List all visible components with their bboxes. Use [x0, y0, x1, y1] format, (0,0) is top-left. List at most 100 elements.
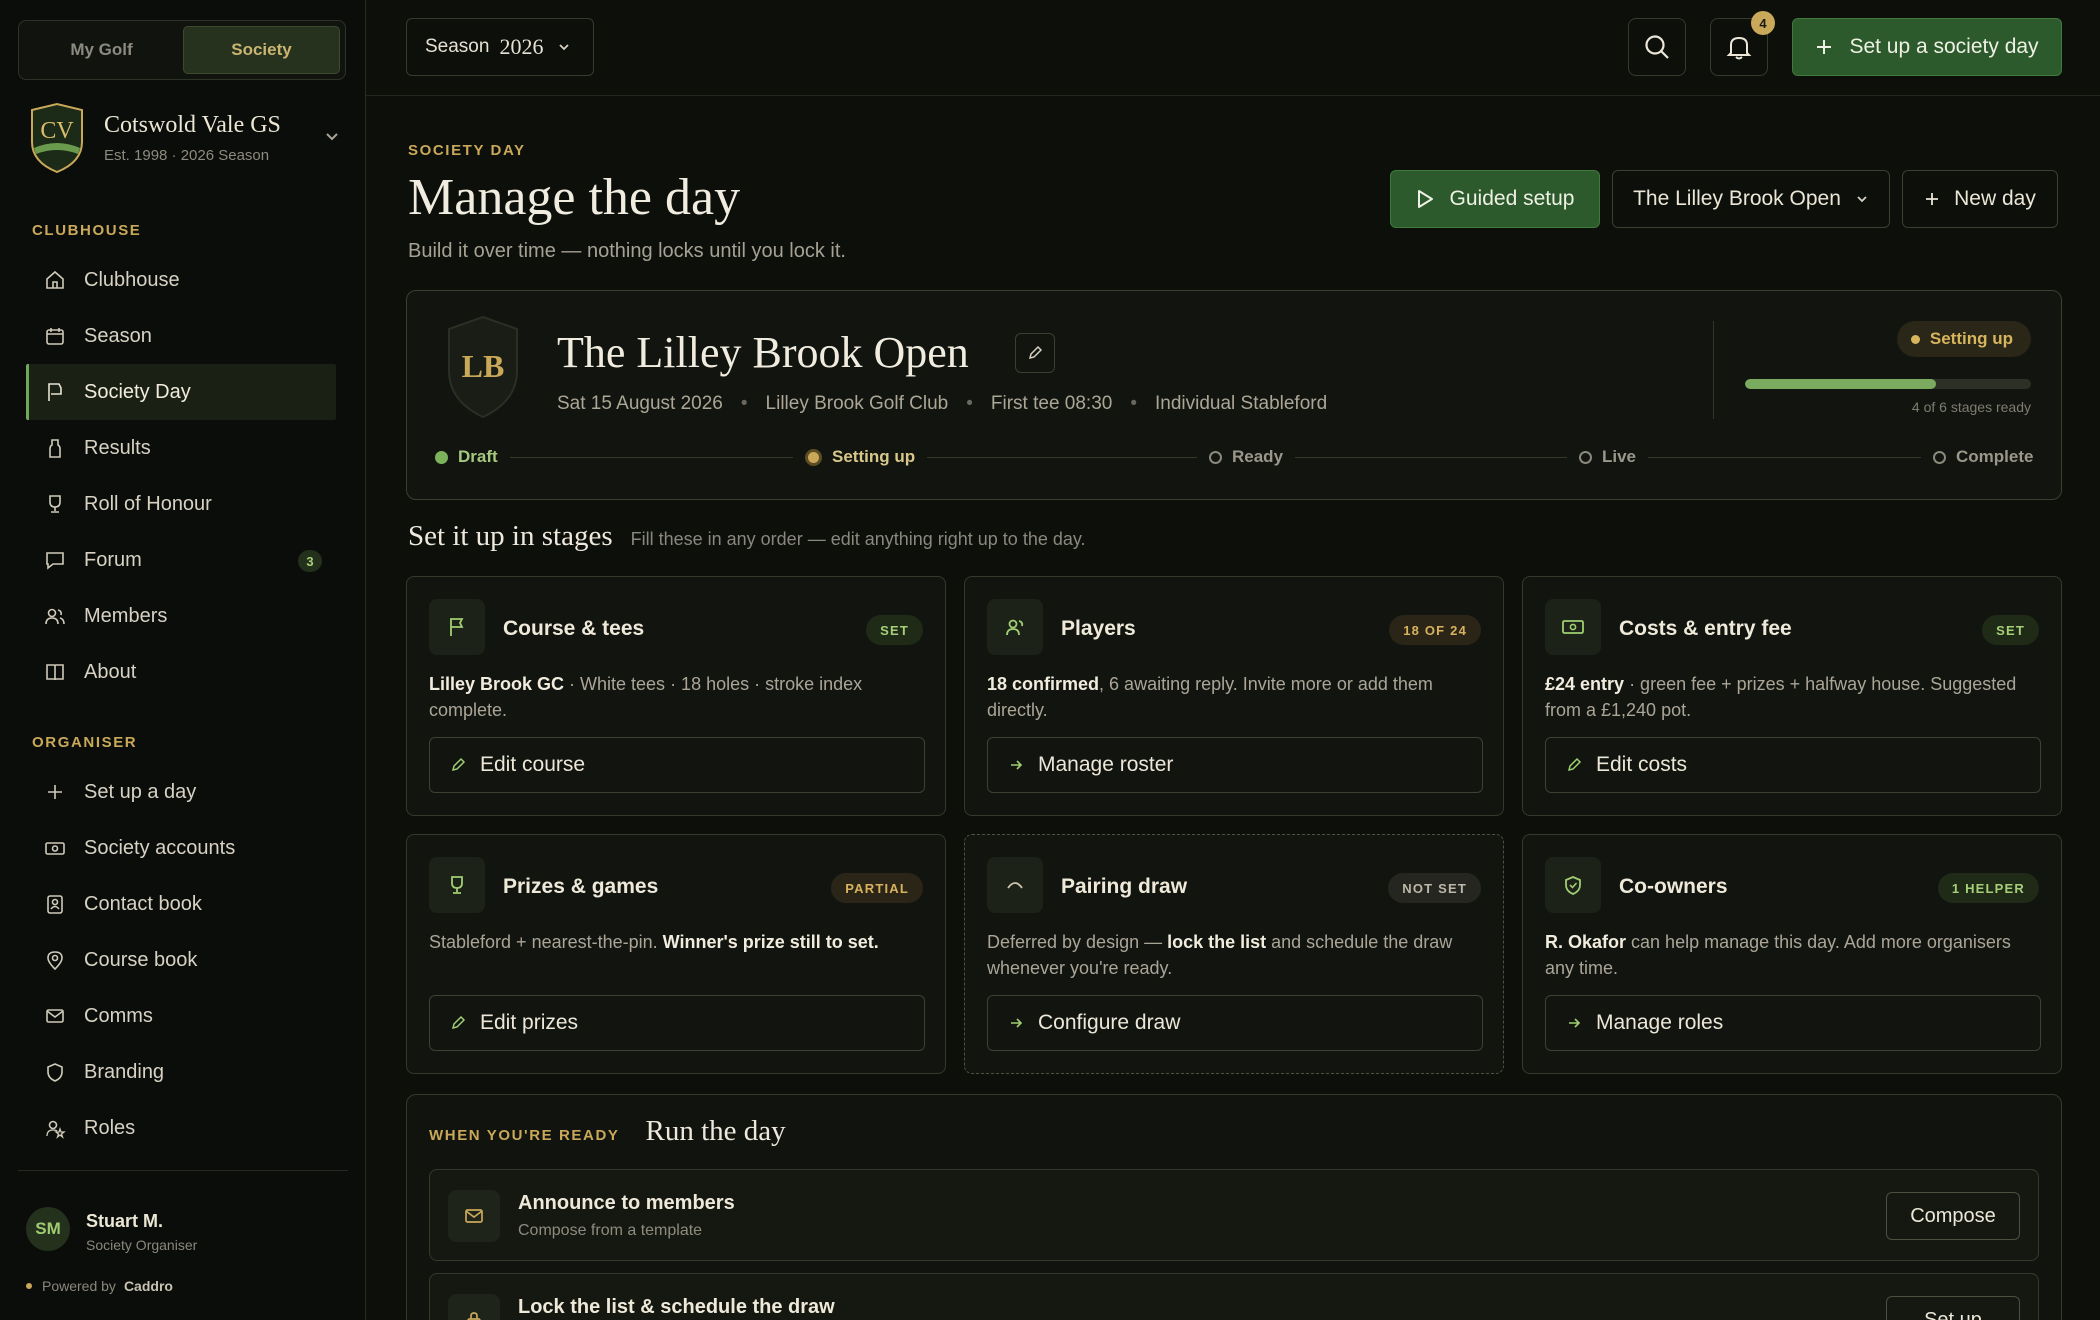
topbar: Season 2026 4 Set up a society day: [366, 0, 2100, 96]
card-body: Lilley Brook GC · White tees · 18 holes …: [429, 671, 923, 723]
configure-draw-button[interactable]: Configure draw: [987, 995, 1483, 1051]
status-badge: NOT SET: [1388, 873, 1481, 903]
card-icon-box: [429, 857, 485, 913]
mode-my-golf[interactable]: My Golf: [24, 26, 179, 74]
run-icon-box: [448, 1294, 500, 1320]
status-badge: PARTIAL: [831, 873, 923, 903]
event-crest-icon: LB: [448, 315, 518, 419]
step-draft: Draft: [423, 443, 510, 471]
sidebar-item-results[interactable]: Results: [26, 420, 336, 476]
sidebar-item-forum[interactable]: Forum 3: [26, 532, 336, 588]
set-up-draw-button[interactable]: Set up: [1886, 1296, 2020, 1320]
shield-check-icon: [1565, 876, 1581, 895]
edit-event-title-button[interactable]: [1015, 333, 1055, 373]
compose-button[interactable]: Compose: [1886, 1192, 2020, 1240]
sidebar-item-clubhouse[interactable]: Clubhouse: [26, 252, 336, 308]
season-select[interactable]: Season 2026: [406, 18, 594, 76]
stages-progress-label: 4 of 6 stages ready: [1911, 399, 2031, 415]
button-label: Configure draw: [1038, 1011, 1181, 1034]
stages-header: Set it up in stages Fill these in any or…: [408, 520, 1086, 553]
new-day-button[interactable]: New day: [1902, 170, 2058, 228]
sidebar-item-comms[interactable]: Comms: [26, 988, 336, 1044]
card-title: Pairing draw: [1061, 875, 1188, 898]
bell-icon: [1726, 36, 1752, 60]
nav-section-organiser: ORGANISER: [32, 734, 138, 751]
money-icon: [45, 842, 65, 855]
card-body: R. Okafor can help manage this day. Add …: [1545, 929, 2039, 981]
step-label: Draft: [458, 447, 498, 466]
notifications-button[interactable]: 4: [1710, 11, 1775, 76]
user-profile[interactable]: SM Stuart M. Society Organiser: [18, 1170, 348, 1270]
event-select[interactable]: The Lilley Brook Open: [1612, 170, 1890, 228]
sidebar-item-label: About: [84, 660, 137, 683]
card-icon-box: [1545, 857, 1601, 913]
sidebar-item-society-day[interactable]: Society Day: [26, 364, 336, 420]
powered-dot: [26, 1283, 32, 1289]
sidebar-item-branding[interactable]: Branding: [26, 1044, 336, 1100]
edit-costs-button[interactable]: Edit costs: [1545, 737, 2041, 793]
edit-prizes-button[interactable]: Edit prizes: [429, 995, 925, 1051]
event-summary-card: LB The Lilley Brook Open Sat 15 August 2…: [406, 290, 2062, 500]
button-label: Edit costs: [1596, 753, 1688, 776]
season-label: Season: [425, 36, 490, 57]
page-subtitle: Build it over time — nothing locks until…: [408, 240, 846, 262]
setup-society-day-button[interactable]: Set up a society day: [1792, 18, 2062, 76]
card-body-bold: Winner's prize still to set.: [662, 932, 879, 952]
card-title: Players: [1061, 617, 1136, 640]
lock-icon: [467, 1312, 481, 1320]
status-dot: [1910, 334, 1920, 344]
setup-society-day-label: Set up a society day: [1849, 35, 2039, 58]
forum-count-badge: 3: [298, 550, 322, 572]
button-label: Edit course: [480, 753, 586, 776]
meta-separator: •: [740, 393, 748, 414]
card-body: 18 confirmed, 6 awaiting reply. Invite m…: [987, 671, 1481, 723]
sidebar-item-season[interactable]: Season: [26, 308, 336, 364]
sidebar-item-label: Forum: [84, 548, 142, 571]
flag-icon: [48, 383, 62, 401]
event-date: Sat 15 August 2026: [557, 393, 723, 414]
run-row-announce: Announce to members Compose from a templ…: [429, 1169, 2039, 1261]
card-body-bold: Lilley Brook GC: [429, 674, 565, 694]
user-role: Society Organiser: [86, 1237, 198, 1253]
step-label: Live: [1602, 447, 1637, 466]
sidebar-item-contact-book[interactable]: Contact book: [26, 876, 336, 932]
arrow-right-icon: [1011, 760, 1023, 770]
society-subtitle: Est. 1998 · 2026 Season: [104, 147, 270, 164]
mail-icon: [465, 1209, 483, 1223]
chevron-down-icon: [326, 133, 338, 141]
card-icon-box: [987, 599, 1043, 655]
sidebar-item-society-accounts[interactable]: Society accounts: [26, 820, 336, 876]
card-body: Deferred by design — lock the list and s…: [987, 929, 1481, 981]
sidebar-item-roll-of-honour[interactable]: Roll of Honour: [26, 476, 336, 532]
step-marker: [435, 450, 448, 464]
card-body-text: Stableford + nearest-the-pin.: [429, 932, 663, 952]
manage-roles-button[interactable]: Manage roles: [1545, 995, 2041, 1051]
step-marker: [805, 448, 822, 466]
stage-card-prizes: Prizes & games PARTIAL Stableford + near…: [406, 834, 946, 1074]
trophy-icon: [49, 495, 61, 513]
sidebar-item-course-book[interactable]: Course book: [26, 932, 336, 988]
mode-society[interactable]: Society: [183, 26, 340, 74]
button-label: Manage roles: [1596, 1011, 1724, 1034]
society-switcher[interactable]: CV Cotswold Vale GS Est. 1998 · 2026 Sea…: [28, 102, 348, 174]
step-label: Setting up: [832, 447, 916, 466]
sidebar-item-members[interactable]: Members: [26, 588, 336, 644]
society-name: Cotswold Vale GS: [104, 112, 281, 138]
run-the-day-header: WHEN YOU'RE READY Run the day: [429, 1115, 786, 1148]
edit-course-button[interactable]: Edit course: [429, 737, 925, 793]
trophy-icon: [451, 876, 463, 894]
sidebar-item-about[interactable]: About: [26, 644, 336, 700]
meta-separator: •: [966, 393, 973, 414]
status-badge: SET: [866, 615, 923, 645]
sidebar-item-label: Clubhouse: [84, 268, 180, 291]
home-icon: [46, 270, 64, 289]
step-label: Ready: [1232, 447, 1284, 466]
card-body: Stableford + nearest-the-pin. Winner's p…: [429, 929, 923, 955]
search-button[interactable]: [1628, 18, 1686, 76]
sidebar-item-roles[interactable]: Roles: [26, 1100, 336, 1156]
guided-setup-button[interactable]: Guided setup: [1390, 170, 1600, 228]
sidebar-item-label: Results: [84, 436, 151, 459]
manage-roster-button[interactable]: Manage roster: [987, 737, 1483, 793]
sidebar-item-label: Comms: [84, 1004, 153, 1027]
sidebar-item-set-up-a-day[interactable]: Set up a day: [26, 764, 336, 820]
